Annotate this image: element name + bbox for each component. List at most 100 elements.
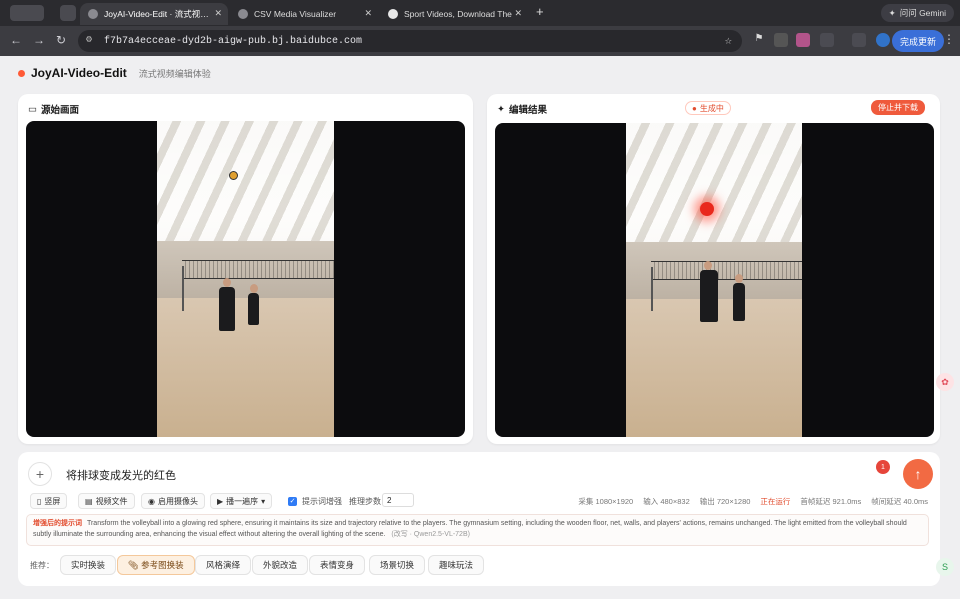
- stat-capture: 采集 1080×1920: [578, 497, 634, 506]
- stop-download-button[interactable]: 停止并下载: [871, 100, 925, 115]
- source-video-frame: [157, 121, 334, 437]
- volleyball-net: [181, 260, 334, 279]
- camera-icon: ◉: [148, 496, 155, 506]
- logo-dot-icon: [18, 69, 25, 77]
- rec-scene[interactable]: 场景切换: [369, 555, 426, 575]
- play-mode-select[interactable]: ▶ 播一遍序 ▾: [210, 493, 273, 509]
- source-panel: ▭ 源始画面: [18, 94, 473, 444]
- notification-badge[interactable]: 1: [876, 460, 890, 474]
- menu-icon[interactable]: ⋮: [943, 33, 955, 45]
- player-head: [223, 278, 231, 287]
- rec-realtime-outfit[interactable]: 实时换装: [60, 555, 117, 575]
- app-header: JoyAI-Video-Edit 流式视频编辑体验: [18, 64, 211, 82]
- joyai-favicon-icon: [88, 9, 98, 19]
- close-tab-icon[interactable]: ✕: [364, 8, 372, 19]
- gemini-label: 问问 Gemini: [899, 8, 946, 18]
- player-head: [735, 274, 743, 283]
- forward-icon[interactable]: →: [33, 33, 45, 47]
- source-panel-title: 源始画面: [40, 105, 79, 116]
- address-bar[interactable]: ⚙ f7b7a4ecceae-dyd2b-aigw-pub.bj.baidubc…: [78, 30, 742, 52]
- player: [700, 270, 718, 322]
- globe-icon: [238, 9, 248, 19]
- site-info-icon[interactable]: ⚙: [86, 34, 92, 46]
- tab-csv[interactable]: CSV Media Visualizer ✕: [230, 3, 378, 25]
- rec-reference-outfit-label: 参考图换装: [141, 560, 184, 570]
- stat-interframe: 帧间延迟 40.0ms: [871, 497, 928, 506]
- tab-sport-label: Sport Videos, Download The: [404, 9, 512, 19]
- chevron-down-icon: ▾: [261, 496, 266, 506]
- tab-joyai[interactable]: JoyAI-Video-Edit · 流式视频编 ✕: [80, 3, 228, 25]
- tab-search-button[interactable]: [60, 5, 76, 21]
- send-button[interactable]: ↑: [903, 459, 933, 489]
- glowing-volleyball: [700, 202, 714, 216]
- portrait-icon: ▯: [37, 496, 42, 506]
- rec-fun[interactable]: 趣味玩法: [428, 555, 485, 575]
- enhanced-prompt-label: 增强后的提示词: [33, 520, 82, 527]
- camera-chip-label: 启用摄像头: [157, 496, 198, 506]
- tab-sport[interactable]: Sport Videos, Download The ✕: [380, 3, 528, 25]
- enhanced-model-note: (改写 · Qwen2.5-VL-72B): [391, 531, 470, 538]
- portrait-chip[interactable]: ▯ 竖屏: [30, 493, 68, 509]
- gemini-icon: ✦: [888, 7, 896, 18]
- video-file-chip[interactable]: ▤ 视频文件: [78, 493, 135, 509]
- steps-label: 推理步数: [349, 497, 381, 506]
- side-logo-icon[interactable]: S: [936, 558, 954, 576]
- new-tab-icon[interactable]: +: [536, 4, 544, 19]
- sparkle-icon: ✦: [497, 103, 505, 115]
- extension-icon[interactable]: [796, 33, 810, 47]
- video-file-icon: ▤: [85, 496, 93, 506]
- pexels-favicon-icon: [388, 9, 398, 19]
- player: [733, 283, 745, 321]
- result-panel: ✦ 编辑结果 ● 生成中 停止并下载: [487, 94, 940, 444]
- player: [248, 293, 259, 325]
- composer: + 将排球变成发光的红色 1 ↑ ▯ 竖屏 ▤ 视频文件 ◉ 启用摄像头 ▶ 播…: [18, 452, 940, 586]
- result-video[interactable]: [495, 123, 934, 437]
- player-head: [704, 261, 712, 270]
- prompt-enhance-label: 提示词增强: [302, 497, 342, 506]
- tab-joyai-label: JoyAI-Video-Edit · 流式视频编: [104, 9, 214, 19]
- net-pole: [650, 267, 653, 312]
- status-dot-icon: ●: [692, 103, 697, 113]
- recommend-label: 推荐：: [30, 561, 54, 570]
- source-panel-header: ▭ 源始画面: [28, 102, 79, 117]
- rec-style[interactable]: 风格演绎: [195, 555, 252, 575]
- side-helper-icon[interactable]: ✿: [936, 373, 954, 391]
- back-icon[interactable]: ←: [10, 33, 22, 47]
- close-tab-icon[interactable]: ✕: [514, 8, 522, 19]
- tab-group-chip[interactable]: [10, 5, 44, 21]
- prompt-input[interactable]: 将排球变成发光的红色: [66, 467, 176, 483]
- extension-icon[interactable]: [774, 33, 788, 47]
- stat-output: 输出 720×1280: [699, 497, 751, 506]
- extension-icon[interactable]: [820, 33, 834, 47]
- gemini-button[interactable]: ✦ 问问 Gemini: [880, 4, 954, 22]
- source-video[interactable]: [26, 121, 465, 437]
- status-badge: ● 生成中: [685, 101, 731, 115]
- stat-running: 正在运行: [760, 497, 791, 506]
- profile-avatar[interactable]: [876, 33, 890, 47]
- stat-input: 输入 480×832: [643, 497, 690, 506]
- play-mode-label: 播一遍序: [226, 496, 259, 506]
- play-icon: ▶: [217, 496, 224, 506]
- browser-tabstrip: JoyAI-Video-Edit · 流式视频编 ✕ CSV Media Vis…: [0, 0, 960, 26]
- ceiling: [157, 121, 334, 242]
- rec-appearance[interactable]: 外貌改造: [252, 555, 309, 575]
- rec-reference-outfit[interactable]: 📎︎ 参考图换装: [117, 555, 195, 575]
- result-panel-header: ✦ 编辑结果: [497, 102, 547, 117]
- rec-expression[interactable]: 表情变身: [309, 555, 366, 575]
- result-video-frame: [626, 123, 802, 437]
- portrait-chip-label: 竖屏: [44, 496, 61, 506]
- download-icon[interactable]: [852, 33, 866, 47]
- update-button[interactable]: 完成更新: [891, 30, 944, 52]
- url-text: f7b7a4ecceae-dyd2b-aigw-pub.bj.baidubce.…: [104, 35, 363, 47]
- ceiling: [626, 123, 802, 243]
- tab-csv-label: CSV Media Visualizer: [254, 9, 337, 19]
- reload-icon[interactable]: ↻: [56, 33, 66, 47]
- paperclip-icon: 📎︎: [128, 559, 139, 570]
- add-attachment-button[interactable]: +: [28, 462, 52, 486]
- close-tab-icon[interactable]: ✕: [214, 8, 222, 19]
- steps-input[interactable]: 2: [382, 493, 414, 507]
- camera-chip[interactable]: ◉ 启用摄像头: [141, 493, 205, 509]
- extension-icon[interactable]: ⚑: [752, 33, 766, 47]
- prompt-enhance-checkbox[interactable]: ✓: [288, 497, 297, 506]
- bookmark-star-icon[interactable]: ☆: [725, 33, 732, 48]
